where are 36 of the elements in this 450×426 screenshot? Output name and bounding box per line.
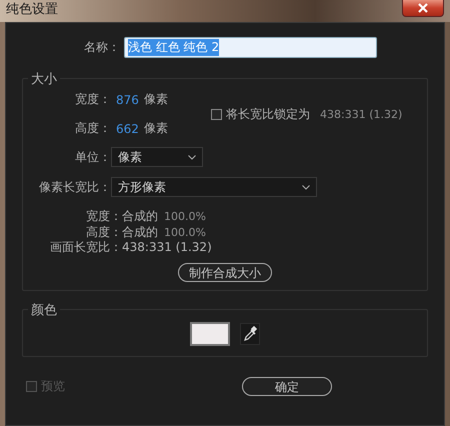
size-group-title: 大小 — [28, 70, 60, 88]
chevron-down-icon — [302, 184, 310, 190]
name-value: 浅色 红色 纯色 2 — [128, 39, 220, 56]
info-value: 合成的 — [122, 224, 158, 239]
eyedropper-button[interactable] — [240, 322, 260, 344]
chevron-down-icon — [188, 154, 196, 160]
info-value: 合成的 — [122, 209, 158, 224]
lock-aspect-checkbox[interactable] — [211, 108, 222, 120]
close-button[interactable] — [402, 0, 444, 17]
info-label: 高度： — [85, 224, 122, 239]
preview-label: 预览 — [41, 378, 65, 394]
info-percent: 100.0% — [164, 226, 206, 240]
color-group-title: 颜色 — [28, 300, 60, 318]
unit-label: 单位： — [74, 148, 111, 166]
eyedropper-icon — [243, 326, 257, 342]
dimension-label: 高度： — [75, 120, 111, 137]
aspect-ratio-text: 438:331 (1.32) — [320, 108, 402, 120]
info-label: 宽度： — [85, 209, 122, 224]
pixel-aspect-label: 像素长宽比： — [38, 178, 111, 196]
info-percent: 100.0% — [164, 210, 206, 224]
info-label: 画面长宽比： — [49, 240, 122, 254]
dimension-value[interactable]: 876 — [116, 92, 139, 106]
window-title: 纯色设置 — [6, 1, 58, 19]
unit-text: 像素 — [144, 91, 168, 108]
unit-text: 像素 — [144, 120, 168, 137]
make-comp-size-button[interactable]: 制作合成大小 — [178, 262, 272, 282]
info-value: 438:331 (1.32) — [122, 240, 212, 254]
dimension-label: 宽度： — [75, 91, 111, 108]
unit-dropdown[interactable]: 像素 — [111, 147, 203, 167]
close-icon — [417, 3, 429, 13]
name-label: 名称： — [84, 39, 120, 56]
color-swatch[interactable] — [190, 322, 230, 346]
dimension-value[interactable]: 662 — [116, 122, 139, 136]
pixel-aspect-dropdown[interactable]: 方形像素 — [111, 177, 317, 197]
lock-aspect-label: 将长宽比锁定为 — [226, 106, 310, 122]
ok-button[interactable]: 确定 — [242, 376, 332, 396]
